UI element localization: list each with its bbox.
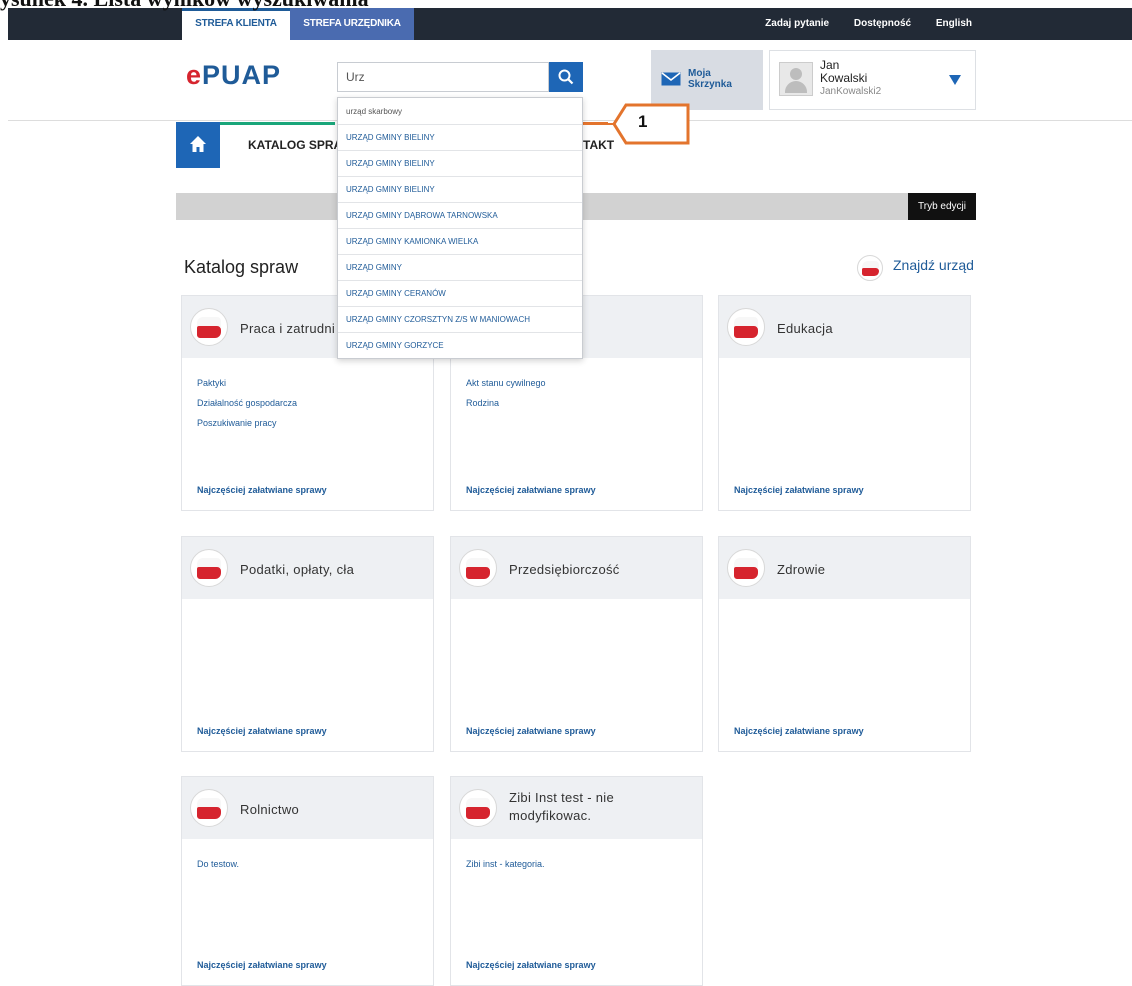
most-common-link[interactable]: Najczęściej załatwiane sprawy <box>734 485 864 495</box>
category-link[interactable]: Rodzina <box>466 393 546 413</box>
mailbox-button[interactable]: Moja Skrzynka <box>651 50 763 110</box>
nav-active-indicator <box>220 122 335 125</box>
search-input[interactable]: Urz <box>337 62 549 92</box>
most-common-link[interactable]: Najczęściej załatwiane sprawy <box>466 726 596 736</box>
category-card: Zdrowie Najczęściej załatwiane sprawy <box>718 536 971 752</box>
poland-map-icon <box>857 255 883 281</box>
card-title: Podatki, opłaty, cła <box>240 562 355 577</box>
nav-catalog[interactable]: KATALOG SPRA <box>248 138 342 152</box>
category-link[interactable]: Do testow. <box>197 854 239 874</box>
suggestion-item[interactable]: URZĄD GMINY DĄBROWA TARNOWSKA <box>338 203 582 229</box>
category-link[interactable]: Zibi inst - kategoria. <box>466 854 545 874</box>
card-header[interactable]: Rolnictwo <box>182 777 433 839</box>
callout-connector <box>584 123 614 125</box>
most-common-link[interactable]: Najczęściej załatwiane sprawy <box>466 485 596 495</box>
most-common-link[interactable]: Najczęściej załatwiane sprawy <box>197 485 327 495</box>
callout-shape <box>612 103 690 145</box>
home-button[interactable] <box>176 122 220 168</box>
card-title: Rolnictwo <box>240 802 300 817</box>
tab-client-zone[interactable]: STREFA KLIENTA <box>182 8 290 40</box>
poland-map-icon <box>459 789 497 827</box>
user-menu[interactable]: Jan Kowalski JanKowalski2 <box>769 50 976 110</box>
suggestion-item[interactable]: URZĄD GMINY CERANÓW <box>338 281 582 307</box>
user-last-name: Kowalski <box>820 71 868 85</box>
card-links: Zibi inst - kategoria. <box>466 854 545 874</box>
most-common-link[interactable]: Najczęściej załatwiane sprawy <box>197 960 327 970</box>
card-title: Przedsiębiorczość <box>509 562 620 577</box>
suggestion-item[interactable]: URZĄD GMINY GORZYCE <box>338 333 582 359</box>
category-link[interactable]: Akt stanu cywilnego <box>466 373 546 393</box>
category-card: Podatki, opłaty, cła Najczęściej załatwia… <box>181 536 434 752</box>
envelope-icon <box>661 72 681 86</box>
home-icon <box>190 136 206 152</box>
suggestion-item[interactable]: urząd skarbowy <box>338 99 582 125</box>
callout-marker: 1 <box>612 103 690 145</box>
card-links: Do testow. <box>197 854 239 874</box>
poland-map-icon <box>727 549 765 587</box>
nav-contact[interactable]: TAKT <box>583 138 614 152</box>
suggestion-item[interactable]: URZĄD GMINY CZORSZTYN Z/S W MANIOWACH <box>338 307 582 333</box>
accessibility-link[interactable]: Dostępność <box>854 18 911 29</box>
user-login: JanKowalski2 <box>820 86 882 97</box>
callout-number: 1 <box>638 112 648 131</box>
category-link[interactable]: Poszukiwanie pracy <box>197 413 297 433</box>
category-card: Edukacja Najczęściej załatwiane sprawy <box>718 295 971 511</box>
poland-map-icon <box>190 549 228 587</box>
search-suggestions: urząd skarbowy URZĄD GMINY BIELINY URZĄD G… <box>337 97 583 359</box>
category-card: Zibi Inst test - nie modyfikowac. Zibi in… <box>450 776 703 986</box>
card-links: Paktyki Działalność gospodarcza Poszukiwan… <box>197 373 297 433</box>
card-header[interactable]: Zdrowie <box>719 537 970 599</box>
top-links: Zadaj pytanie Dostępność English <box>743 8 972 40</box>
suggestion-item[interactable]: URZĄD GMINY KAMIONKA WIELKA <box>338 229 582 255</box>
category-link[interactable]: Działalność gospodarcza <box>197 393 297 413</box>
card-title: Edukacja <box>777 321 833 336</box>
figure-caption: ysunek 4. Lista wyników wyszukiwania <box>0 0 369 12</box>
card-header[interactable]: Przedsiębiorczość <box>451 537 702 599</box>
poland-map-icon <box>190 308 228 346</box>
card-header[interactable]: Edukacja <box>719 296 970 358</box>
most-common-link[interactable]: Najczęściej załatwiane sprawy <box>734 726 864 736</box>
suggestion-item[interactable]: URZĄD GMINY <box>338 255 582 281</box>
tab-official-zone[interactable]: STREFA URZĘDNIKA <box>290 8 414 40</box>
search-icon <box>558 69 574 85</box>
suggestion-item[interactable]: URZĄD GMINY BIELINY <box>338 151 582 177</box>
most-common-link[interactable]: Najczęściej załatwiane sprawy <box>466 960 596 970</box>
epuap-logo[interactable]: ePUAP <box>186 60 281 91</box>
search-button[interactable] <box>549 62 583 92</box>
card-title: Zibi Inst test - nie modyfikowac. <box>509 790 614 823</box>
category-card: Rolnictwo Do testow. Najczęściej załatwian… <box>181 776 434 986</box>
ask-question-link[interactable]: Zadaj pytanie <box>765 18 829 29</box>
card-header[interactable]: Zibi Inst test - nie modyfikowac. <box>451 777 702 839</box>
poland-map-icon <box>190 789 228 827</box>
suggestion-item[interactable]: URZĄD GMINY BIELINY <box>338 177 582 203</box>
mailbox-label: Moja Skrzynka <box>688 68 732 90</box>
card-links: Akt stanu cywilnego Rodzina <box>466 373 546 413</box>
most-common-link[interactable]: Najczęściej załatwiane sprawy <box>197 726 327 736</box>
poland-map-icon <box>459 549 497 587</box>
suggestion-item[interactable]: URZĄD GMINY BIELINY <box>338 125 582 151</box>
card-title: Zdrowie <box>777 562 826 577</box>
card-header[interactable]: Podatki, opłaty, cła <box>182 537 433 599</box>
poland-map-icon <box>727 308 765 346</box>
english-link[interactable]: English <box>936 18 972 29</box>
category-card: Przedsiębiorczość Najczęściej załatwiane … <box>450 536 703 752</box>
avatar <box>779 62 813 96</box>
page-title: Katalog spraw <box>184 257 299 277</box>
edit-mode-button[interactable]: Tryb edycji <box>908 193 976 220</box>
chevron-down-icon[interactable] <box>949 75 961 85</box>
category-link[interactable]: Paktyki <box>197 373 297 393</box>
